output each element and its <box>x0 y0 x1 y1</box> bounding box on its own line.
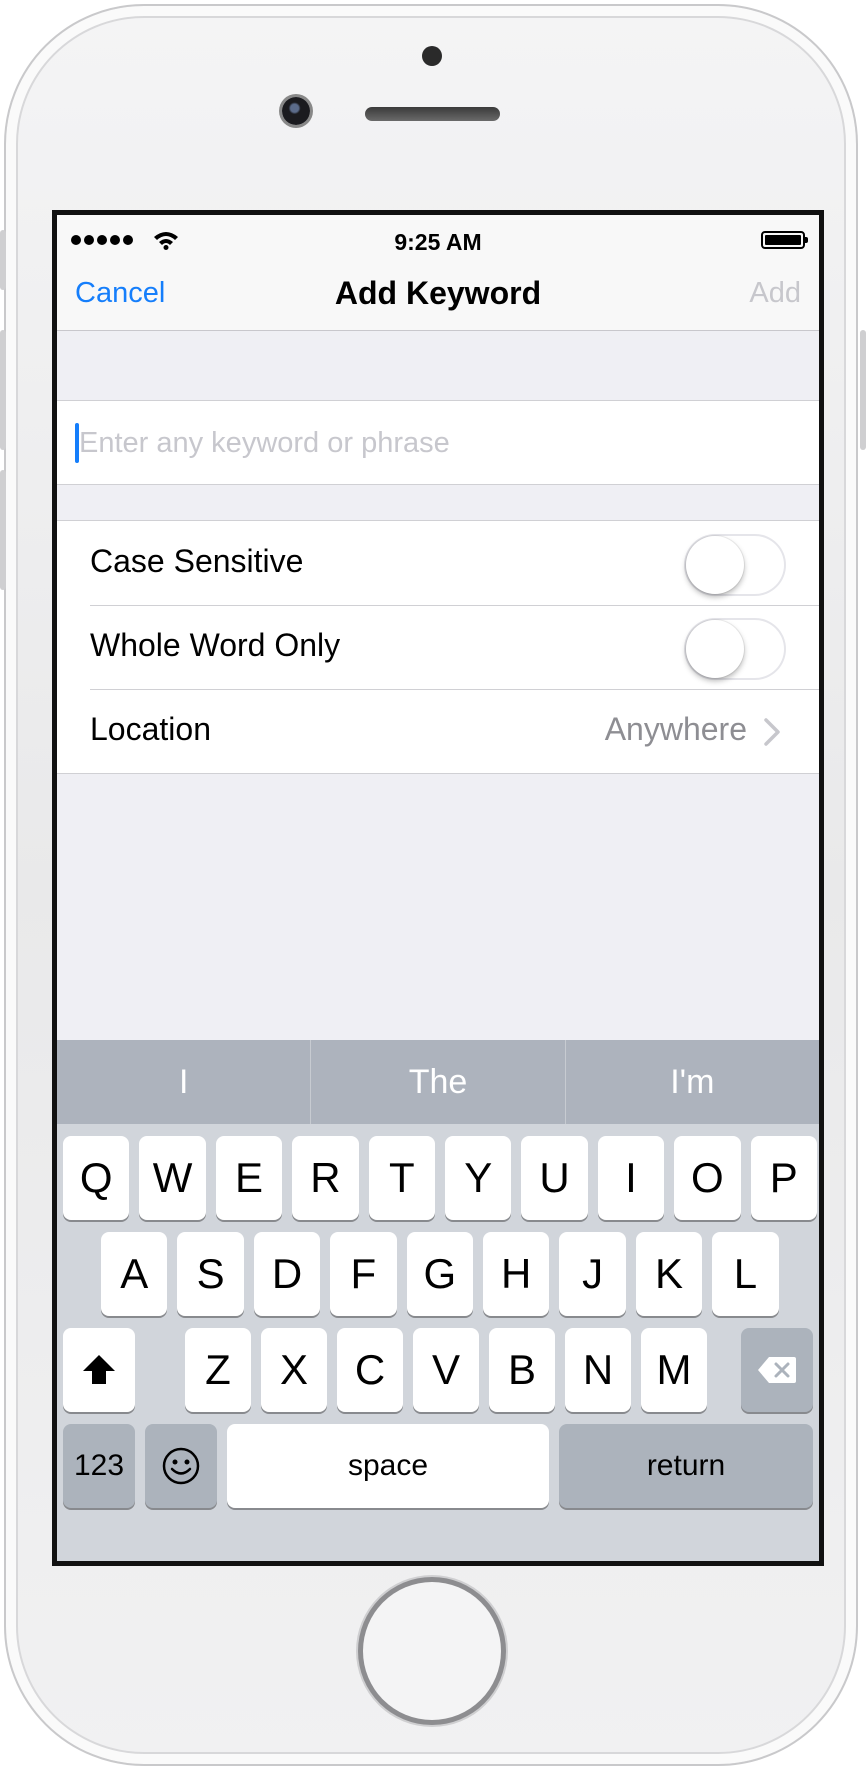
suggestion-item[interactable]: The <box>310 1040 564 1124</box>
power-button <box>860 330 866 450</box>
status-bar: 9:25 AM <box>57 215 819 255</box>
volume-down-button <box>0 470 6 590</box>
key-c[interactable]: C <box>337 1328 403 1412</box>
key-j[interactable]: J <box>559 1232 626 1316</box>
proximity-sensor <box>422 46 442 66</box>
key-n[interactable]: N <box>565 1328 631 1412</box>
status-time: 9:25 AM <box>394 229 482 255</box>
volume-up-button <box>0 330 6 450</box>
page-title: Add Keyword <box>334 275 542 311</box>
keyboard: I The I'm QWERTYUIOP ASDFGHJKL ZXCVBNM 1… <box>57 1040 819 1561</box>
phone-screen: 9:25 AM Cancel Add Keyword Add Case Sens… <box>52 210 824 1566</box>
key-r[interactable]: R <box>292 1136 359 1220</box>
key-g[interactable]: G <box>406 1232 473 1316</box>
key-k[interactable]: K <box>635 1232 703 1316</box>
emoji-icon <box>162 1447 200 1485</box>
keyboard-row-3: ZXCVBNM <box>57 1328 819 1412</box>
key-v[interactable]: V <box>413 1328 479 1412</box>
key-s[interactable]: S <box>177 1232 244 1316</box>
shift-key[interactable] <box>63 1328 135 1412</box>
chevron-right-icon <box>764 718 780 746</box>
key-w[interactable]: W <box>139 1136 206 1220</box>
toggle-knob <box>686 536 744 594</box>
whole-word-only-toggle[interactable] <box>684 618 786 680</box>
suggestion-item[interactable]: I <box>57 1040 310 1124</box>
space-key[interactable]: space <box>227 1424 549 1508</box>
earpiece-speaker <box>365 107 500 121</box>
keyboard-row-1: QWERTYUIOP <box>57 1136 819 1220</box>
key-u[interactable]: U <box>521 1136 588 1220</box>
toggle-knob <box>686 620 744 678</box>
key-x[interactable]: X <box>261 1328 327 1412</box>
key-i[interactable]: I <box>597 1136 665 1220</box>
case-sensitive-toggle[interactable] <box>684 534 786 596</box>
suggestion-bar: I The I'm <box>57 1040 819 1124</box>
whole-word-only-row: Whole Word Only <box>57 605 819 689</box>
location-label: Location <box>90 711 211 747</box>
home-button[interactable] <box>363 1582 501 1720</box>
key-h[interactable]: H <box>483 1232 550 1316</box>
suggestion-item[interactable]: I'm <box>564 1040 819 1124</box>
location-value: Anywhere <box>604 711 747 747</box>
key-d[interactable]: D <box>253 1232 321 1316</box>
keyboard-row-2: ASDFGHJKL <box>57 1232 819 1316</box>
case-sensitive-row: Case Sensitive <box>57 521 819 605</box>
return-key[interactable]: return <box>559 1424 813 1508</box>
key-a[interactable]: A <box>101 1232 168 1316</box>
key-q[interactable]: Q <box>63 1136 130 1220</box>
key-o[interactable]: O <box>674 1136 741 1220</box>
mute-switch <box>0 230 6 290</box>
navigation-bar: Cancel Add Keyword Add <box>57 255 819 331</box>
delete-icon <box>758 1357 796 1383</box>
cancel-button[interactable]: Cancel <box>75 277 165 310</box>
key-y[interactable]: Y <box>445 1136 512 1220</box>
key-m[interactable]: M <box>641 1328 707 1412</box>
keyboard-row-4: 123 space return <box>57 1424 819 1508</box>
front-camera <box>282 97 310 125</box>
key-l[interactable]: L <box>712 1232 779 1316</box>
key-t[interactable]: T <box>368 1136 435 1220</box>
shift-icon <box>83 1355 115 1384</box>
key-e[interactable]: E <box>215 1136 283 1220</box>
location-row[interactable]: Location Anywhere <box>57 689 819 773</box>
battery-icon <box>761 231 808 249</box>
add-button[interactable]: Add <box>749 277 801 310</box>
key-p[interactable]: P <box>750 1136 817 1220</box>
emoji-key[interactable] <box>145 1424 217 1508</box>
key-b[interactable]: B <box>489 1328 555 1412</box>
key-f[interactable]: F <box>330 1232 397 1316</box>
options-list: Case Sensitive Whole Word Only Location … <box>57 520 819 774</box>
delete-key[interactable] <box>741 1328 813 1412</box>
key-z[interactable]: Z <box>185 1328 251 1412</box>
whole-word-only-label: Whole Word Only <box>90 627 341 663</box>
numbers-key[interactable]: 123 <box>63 1424 135 1508</box>
keyword-field-cell[interactable] <box>57 400 819 485</box>
case-sensitive-label: Case Sensitive <box>90 543 304 579</box>
keyword-input[interactable] <box>79 415 779 471</box>
